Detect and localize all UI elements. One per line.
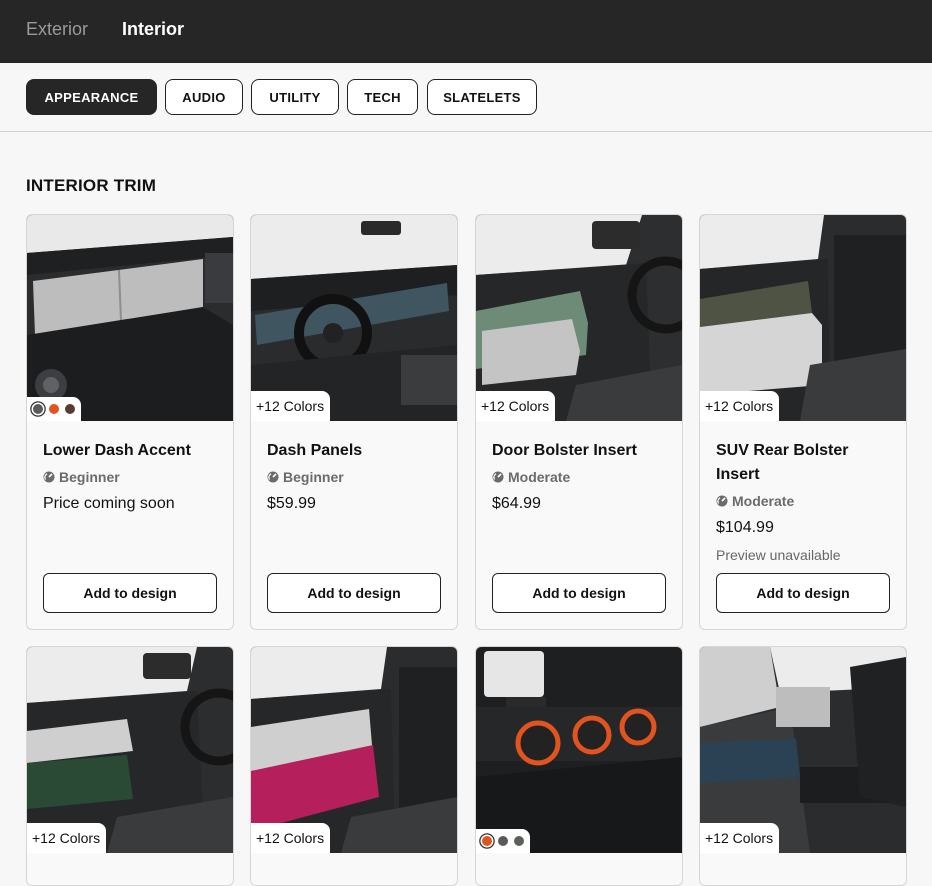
tab-exterior[interactable]: Exterior	[26, 19, 88, 40]
product-image: +12 Colors	[700, 215, 906, 421]
product-card[interactable]: +12 Colors	[250, 646, 458, 886]
colors-count-badge: +12 Colors	[27, 823, 107, 853]
tab-interior[interactable]: Interior	[122, 19, 184, 40]
product-name: Lower Dash Accent	[43, 442, 191, 459]
color-swatch-orange[interactable]	[482, 836, 492, 846]
product-card[interactable]: +12 Colors Dash Panels Beginner $59.99 A…	[250, 214, 458, 630]
colors-count-badge: +12 Colors	[476, 391, 556, 421]
product-card[interactable]: Lower Dash Accent Beginner Price coming …	[26, 214, 234, 630]
category-filter-bar: APPEARANCE AUDIO UTILITY TECH SLATELETS	[0, 63, 932, 132]
price: $64.99	[492, 495, 541, 512]
difficulty-gauge-icon	[716, 495, 728, 507]
color-swatches	[476, 829, 530, 853]
difficulty: Moderate	[716, 493, 794, 509]
filter-slatelets[interactable]: SLATELETS	[427, 79, 537, 115]
color-swatch-gray[interactable]	[498, 836, 508, 846]
filter-utility[interactable]: UTILITY	[251, 79, 339, 115]
price: Price coming soon	[43, 495, 175, 512]
preview-unavailable-note: Preview unavailable	[716, 547, 841, 563]
add-to-design-button[interactable]: Add to design	[267, 573, 441, 613]
product-card[interactable]: +12 Colors Door Bolster Insert Moderate …	[475, 214, 683, 630]
product-image: +12 Colors	[251, 215, 457, 421]
difficulty-gauge-icon	[267, 471, 279, 483]
difficulty-gauge-icon	[43, 471, 55, 483]
add-to-design-button[interactable]: Add to design	[43, 573, 217, 613]
filter-audio[interactable]: AUDIO	[165, 79, 243, 115]
product-image: +12 Colors	[251, 647, 457, 853]
product-image	[27, 215, 233, 421]
difficulty-label: Beginner	[59, 469, 120, 485]
add-to-design-button[interactable]: Add to design	[492, 573, 666, 613]
product-name: SUV Rear Bolster Insert	[716, 442, 849, 483]
add-to-design-button[interactable]: Add to design	[716, 573, 890, 613]
colors-count-badge: +12 Colors	[700, 823, 780, 853]
product-image	[476, 647, 682, 853]
product-card[interactable]: +12 Colors	[699, 646, 907, 886]
difficulty-label: Beginner	[283, 469, 344, 485]
product-name: Door Bolster Insert	[492, 442, 637, 459]
price: $104.99	[716, 519, 774, 536]
difficulty-gauge-icon	[492, 471, 504, 483]
product-image: +12 Colors	[476, 215, 682, 421]
filter-tech[interactable]: TECH	[347, 79, 418, 115]
color-swatches	[27, 397, 81, 421]
product-card[interactable]: +12 Colors	[26, 646, 234, 886]
top-tabs-bar: Exterior Interior	[0, 0, 932, 63]
difficulty: Beginner	[43, 469, 120, 485]
product-image: +12 Colors	[27, 647, 233, 853]
colors-count-badge: +12 Colors	[251, 391, 331, 421]
colors-count-badge: +12 Colors	[251, 823, 331, 853]
filter-appearance[interactable]: APPEARANCE	[26, 79, 157, 115]
color-swatch-orange[interactable]	[49, 404, 59, 414]
color-swatch-gray[interactable]	[33, 404, 43, 414]
difficulty-label: Moderate	[508, 469, 571, 485]
difficulty-label: Moderate	[732, 493, 795, 509]
price: $59.99	[267, 495, 316, 512]
color-swatch-olive[interactable]	[514, 836, 524, 846]
section-title: INTERIOR TRIM	[26, 176, 157, 195]
product-card[interactable]	[475, 646, 683, 886]
product-name: Dash Panels	[267, 442, 363, 459]
difficulty: Beginner	[267, 469, 344, 485]
difficulty: Moderate	[492, 469, 570, 485]
colors-count-badge: +12 Colors	[700, 391, 780, 421]
color-swatch-brown[interactable]	[65, 404, 75, 414]
product-image: +12 Colors	[700, 647, 906, 853]
product-card[interactable]: +12 Colors SUV Rear Bolster Insert Moder…	[699, 214, 907, 630]
